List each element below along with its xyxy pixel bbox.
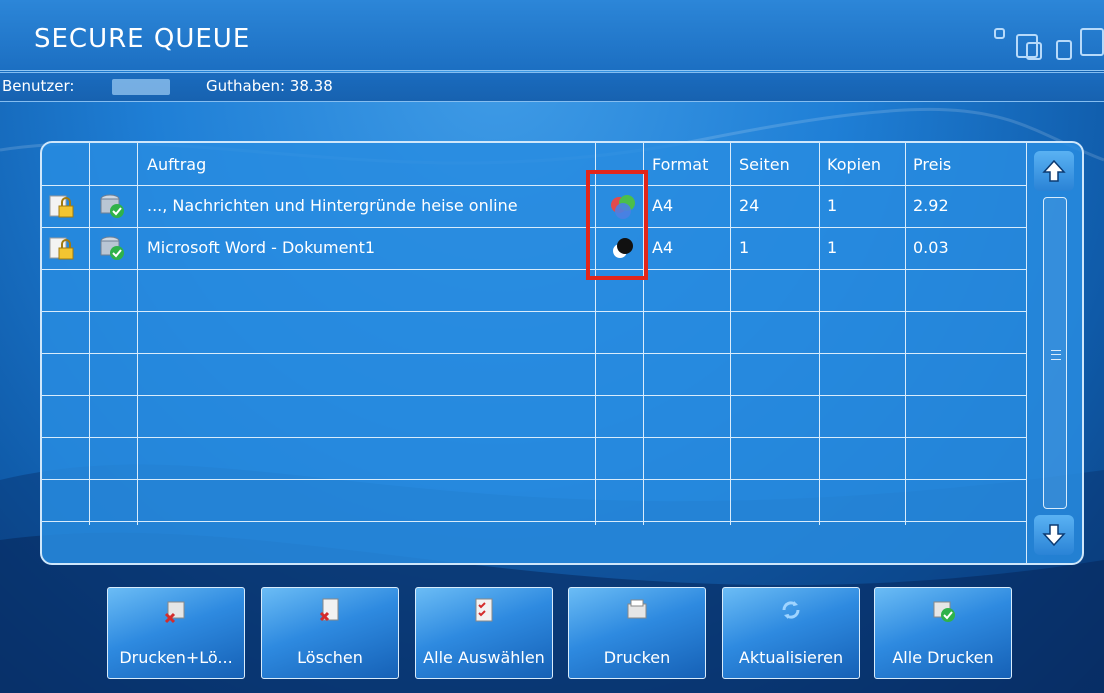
table-row-empty bbox=[42, 270, 1026, 312]
user-label: Benutzer: bbox=[2, 77, 75, 95]
table-row-empty bbox=[42, 438, 1026, 480]
copies-cell: 1 bbox=[827, 196, 838, 215]
vertical-scrollbar[interactable] bbox=[1026, 143, 1082, 563]
maximize-icon[interactable] bbox=[1056, 40, 1072, 60]
format-cell: A4 bbox=[652, 196, 674, 215]
table-row[interactable]: ..., Nachrichten und Hintergründe heise … bbox=[42, 186, 1026, 228]
table-row-empty bbox=[42, 312, 1026, 354]
check-status-icon bbox=[100, 236, 124, 260]
column-header-seiten[interactable]: Seiten bbox=[739, 155, 790, 174]
redacted-username bbox=[112, 79, 170, 95]
refresh-icon bbox=[782, 601, 800, 619]
lock-document-icon bbox=[49, 195, 74, 218]
close-icon[interactable] bbox=[1080, 28, 1104, 56]
table-row[interactable]: Microsoft Word - Dokument1 A4 1 1 0.03 bbox=[42, 228, 1026, 270]
table-row-empty bbox=[42, 396, 1026, 438]
pages-cell: 1 bbox=[739, 238, 750, 257]
column-header-kopien[interactable]: Kopien bbox=[827, 155, 881, 174]
credit-label: Guthaben: 38.38 bbox=[206, 77, 333, 95]
scroll-track[interactable] bbox=[1043, 197, 1067, 509]
refresh-button[interactable]: Aktualisieren bbox=[722, 587, 860, 679]
price-cell: 2.92 bbox=[913, 196, 949, 215]
table-row-empty bbox=[42, 480, 1026, 522]
select-all-button[interactable]: Alle Auswählen bbox=[415, 587, 553, 679]
column-header-auftrag[interactable]: Auftrag bbox=[147, 155, 206, 174]
lock-document-icon bbox=[49, 237, 74, 260]
print-button[interactable]: Drucken bbox=[568, 587, 706, 679]
print-queue-table: Auftrag Format Seiten Kopien Preis ..., … bbox=[40, 141, 1084, 565]
scroll-grip-icon[interactable] bbox=[1051, 350, 1061, 360]
print-delete-button[interactable]: Drucken+Lö... bbox=[107, 587, 245, 679]
print-all-icon bbox=[933, 601, 955, 622]
highlight-box bbox=[586, 170, 648, 280]
format-cell: A4 bbox=[652, 238, 674, 257]
printer-icon bbox=[627, 599, 647, 619]
table-header: Auftrag Format Seiten Kopien Preis bbox=[42, 143, 1026, 186]
scroll-up-button[interactable] bbox=[1034, 151, 1074, 191]
print-delete-icon bbox=[164, 601, 185, 624]
title-bar: SECURE QUEUE bbox=[0, 0, 1104, 71]
pages-cell: 24 bbox=[739, 196, 760, 215]
checklist-icon bbox=[475, 598, 493, 622]
job-name: Microsoft Word - Dokument1 bbox=[147, 238, 376, 257]
price-cell: 0.03 bbox=[913, 238, 949, 257]
check-status-icon bbox=[100, 194, 124, 218]
minimize-icon[interactable] bbox=[994, 28, 1005, 39]
delete-button[interactable]: Löschen bbox=[261, 587, 399, 679]
arrow-down-icon bbox=[1042, 524, 1066, 547]
window-controls bbox=[964, 28, 1104, 68]
copies-cell: 1 bbox=[827, 238, 838, 257]
user-info-bar: Benutzer: Guthaben: 38.38 bbox=[0, 72, 1104, 102]
print-all-button[interactable]: Alle Drucken bbox=[874, 587, 1012, 679]
column-header-format[interactable]: Format bbox=[652, 155, 708, 174]
job-name: ..., Nachrichten und Hintergründe heise … bbox=[147, 196, 518, 215]
scroll-down-button[interactable] bbox=[1034, 515, 1074, 555]
delete-document-icon bbox=[319, 598, 339, 622]
arrow-up-icon bbox=[1042, 159, 1066, 182]
app-title: SECURE QUEUE bbox=[34, 24, 251, 54]
column-header-preis[interactable]: Preis bbox=[913, 155, 951, 174]
table-row-empty bbox=[42, 354, 1026, 396]
